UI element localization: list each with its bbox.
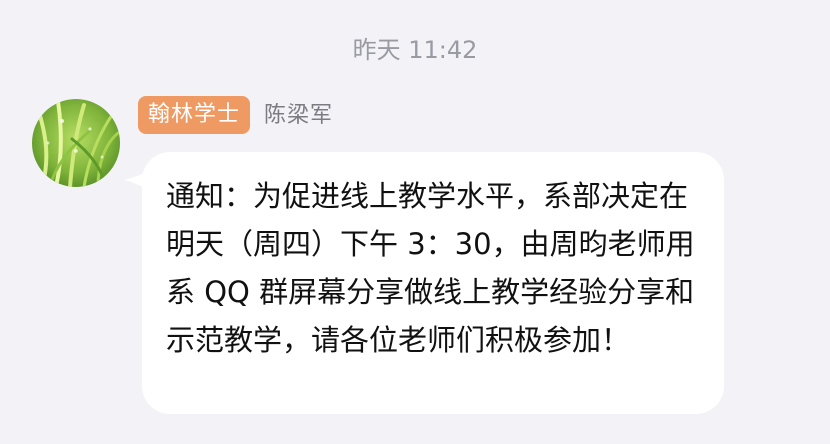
chat-timestamp: 昨天 11:42: [352, 36, 478, 64]
rice-seedling-avatar-icon: [32, 99, 120, 187]
sender-title-badge: 翰林学士: [138, 96, 251, 134]
sender-name[interactable]: 陈梁军: [264, 100, 333, 132]
sender-avatar[interactable]: [32, 99, 120, 187]
message-text: 通知：为促进线上教学水平，系部决定在明天（周四）下午 3：30，由周昀老师用系 …: [166, 179, 695, 357]
